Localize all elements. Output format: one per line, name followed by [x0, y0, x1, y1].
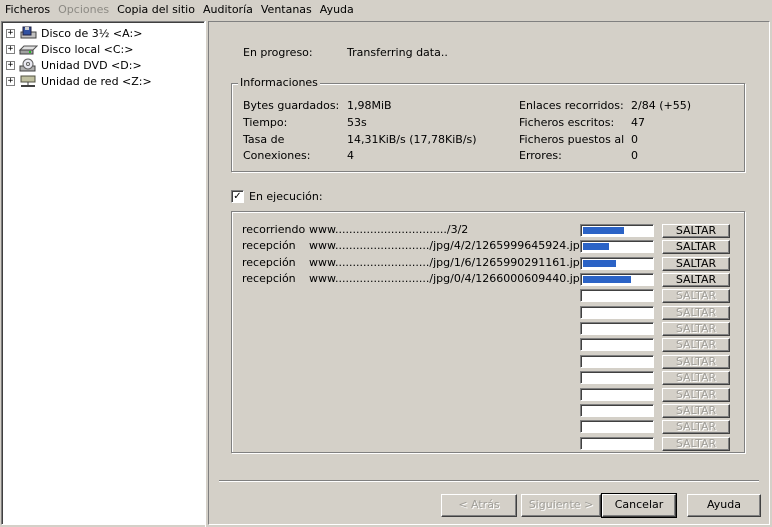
tree-item-dvd[interactable]: + Unidad DVD <D:> — [6, 57, 142, 73]
help-button[interactable]: Ayuda — [687, 494, 761, 517]
skip-button[interactable]: SALTAR — [662, 388, 730, 402]
progress-fill — [583, 276, 631, 283]
info-value: 0 — [631, 149, 638, 162]
connection-action: recepción — [242, 239, 296, 252]
connection-progress-bar — [580, 404, 654, 417]
progress-label: En progreso: — [243, 46, 313, 59]
connection-progress-bar — [580, 289, 654, 302]
skip-button[interactable]: SALTAR — [662, 306, 730, 320]
menu-ventanas[interactable]: Ventanas — [258, 0, 315, 20]
progress-fill — [583, 243, 609, 250]
info-value: 4 — [347, 149, 354, 162]
network-drive-icon — [20, 75, 36, 87]
floppy-drive-icon — [20, 26, 37, 39]
next-button[interactable]: Siguiente > — [521, 494, 601, 517]
connection-progress-bar — [580, 388, 654, 401]
connection-progress-bar — [580, 306, 654, 319]
info-label: Conexiones: — [243, 149, 311, 162]
info-groupbox-title: Informaciones — [238, 76, 320, 89]
skip-button[interactable]: SALTAR — [662, 338, 730, 352]
dvd-drive-icon — [19, 58, 36, 72]
info-label: Errores: — [519, 149, 562, 162]
skip-button[interactable]: SALTAR — [662, 420, 730, 434]
menu-auditoria[interactable]: Auditoría — [200, 0, 256, 20]
info-value: 14,31KiB/s (17,78KiB/s) — [347, 133, 477, 146]
info-label: Bytes guardados: — [243, 99, 340, 112]
connection-action: recepción — [242, 256, 296, 269]
tree-item-label: Unidad de red <Z:> — [41, 74, 152, 88]
expand-icon[interactable]: + — [6, 44, 15, 54]
running-checkbox[interactable]: ✓ — [231, 190, 244, 203]
skip-button[interactable]: SALTAR — [662, 437, 730, 451]
tree-item-network[interactable]: + Unidad de red <Z:> — [6, 73, 152, 89]
skip-button[interactable]: SALTAR — [662, 404, 730, 418]
connection-progress-bar — [580, 224, 654, 237]
info-label: Enlaces recorridos: — [519, 99, 624, 112]
expand-icon[interactable]: + — [6, 76, 15, 86]
tree-item-floppy[interactable]: + Disco de 3½ <A:> — [6, 25, 142, 41]
back-button[interactable]: < Atrás — [441, 494, 517, 517]
info-label: Tasa de — [243, 133, 285, 146]
connection-url: www................................/3/2 — [309, 223, 469, 236]
expand-icon[interactable]: + — [6, 60, 15, 70]
drive-tree[interactable]: + Disco de 3½ <A:> + Disco local <C:> + … — [1, 21, 205, 525]
skip-button[interactable]: SALTAR — [662, 240, 730, 254]
tree-item-label: Unidad DVD <D:> — [41, 58, 142, 72]
connection-progress-bar — [580, 355, 654, 368]
connection-progress-bar — [580, 273, 654, 286]
skip-button[interactable]: SALTAR — [662, 289, 730, 303]
connection-progress-bar — [580, 338, 654, 351]
progress-fill — [583, 227, 624, 234]
footer-separator — [219, 480, 759, 482]
menu-bar: Ficheros Opciones Copia del sitio Audito… — [0, 0, 772, 20]
info-value: 0 — [631, 133, 638, 146]
info-value: 2/84 (+55) — [631, 99, 691, 112]
skip-button[interactable]: SALTAR — [662, 322, 730, 336]
connection-progress-bar — [580, 437, 654, 450]
connection-action: recorriendo — [242, 223, 306, 236]
info-label: Ficheros escritos: — [519, 116, 615, 129]
connection-url: www.........................../jpg/1/6/1… — [309, 256, 587, 269]
menu-ficheros[interactable]: Ficheros — [2, 0, 53, 20]
info-value: 1,98MiB — [347, 99, 392, 112]
info-value: 53s — [347, 116, 367, 129]
expand-icon[interactable]: + — [6, 28, 15, 38]
connection-action: recepción — [242, 272, 296, 285]
progress-value: Transferring data.. — [347, 46, 448, 59]
connections-box: recorriendo www..........................… — [231, 211, 745, 453]
tree-item-label: Disco de 3½ <A:> — [41, 26, 143, 40]
connection-progress-bar — [580, 371, 654, 384]
connection-url: www.........................../jpg/0/4/1… — [309, 272, 587, 285]
info-value: 47 — [631, 116, 645, 129]
menu-opciones[interactable]: Opciones — [55, 0, 112, 20]
running-checkbox-label[interactable]: En ejecución: — [249, 190, 323, 204]
skip-button[interactable]: SALTAR — [662, 355, 730, 369]
skip-button[interactable]: SALTAR — [662, 257, 730, 271]
menu-copia-del-sitio[interactable]: Copia del sitio — [114, 0, 198, 20]
hard-drive-icon — [18, 45, 38, 55]
skip-button[interactable]: SALTAR — [662, 273, 730, 287]
tree-item-label: Disco local <C:> — [41, 42, 134, 56]
skip-button[interactable]: SALTAR — [662, 224, 730, 238]
connection-progress-bar — [580, 257, 654, 270]
connection-url: www.........................../jpg/4/2/1… — [309, 239, 587, 252]
connection-progress-bar — [580, 322, 654, 335]
cancel-button[interactable]: Cancelar — [601, 493, 677, 518]
connection-progress-bar — [580, 240, 654, 253]
tree-item-local-disk[interactable]: + Disco local <C:> — [6, 41, 133, 57]
progress-fill — [583, 260, 616, 267]
mirror-progress-panel: En progreso: Transferring data.. Informa… — [208, 21, 770, 525]
connection-progress-bar — [580, 420, 654, 433]
info-label: Ficheros puestos al — [519, 133, 625, 146]
menu-ayuda[interactable]: Ayuda — [317, 0, 357, 20]
info-label: Tiempo: — [243, 116, 288, 129]
skip-button[interactable]: SALTAR — [662, 371, 730, 385]
